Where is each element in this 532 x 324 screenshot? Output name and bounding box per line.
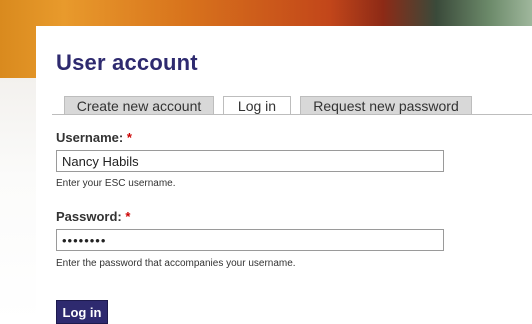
tab-label: Log in — [237, 98, 277, 114]
required-marker: * — [125, 209, 131, 224]
tab-label: Create new account — [76, 98, 202, 114]
content-area: User account Create new account Log in R… — [36, 26, 532, 324]
password-description: Enter the password that accompanies your… — [56, 258, 296, 269]
password-label-text: Password: — [56, 209, 122, 224]
username-description: Enter your ESC username. — [56, 178, 176, 189]
required-marker: * — [126, 130, 132, 145]
password-label: Password: * — [56, 209, 130, 224]
username-label: Username: * — [56, 130, 132, 145]
tab-create-new-account[interactable]: Create new account — [64, 96, 214, 114]
username-label-text: Username: — [56, 130, 124, 145]
tab-request-new-password[interactable]: Request new password — [300, 96, 472, 114]
tab-log-in[interactable]: Log in — [223, 96, 291, 115]
username-input[interactable] — [56, 150, 444, 172]
log-in-button[interactable]: Log in — [56, 300, 108, 324]
password-input[interactable] — [56, 229, 444, 251]
tabs-divider — [52, 114, 532, 115]
tab-label: Request new password — [313, 98, 459, 114]
page-title: User account — [56, 50, 198, 75]
left-margin — [0, 78, 36, 324]
